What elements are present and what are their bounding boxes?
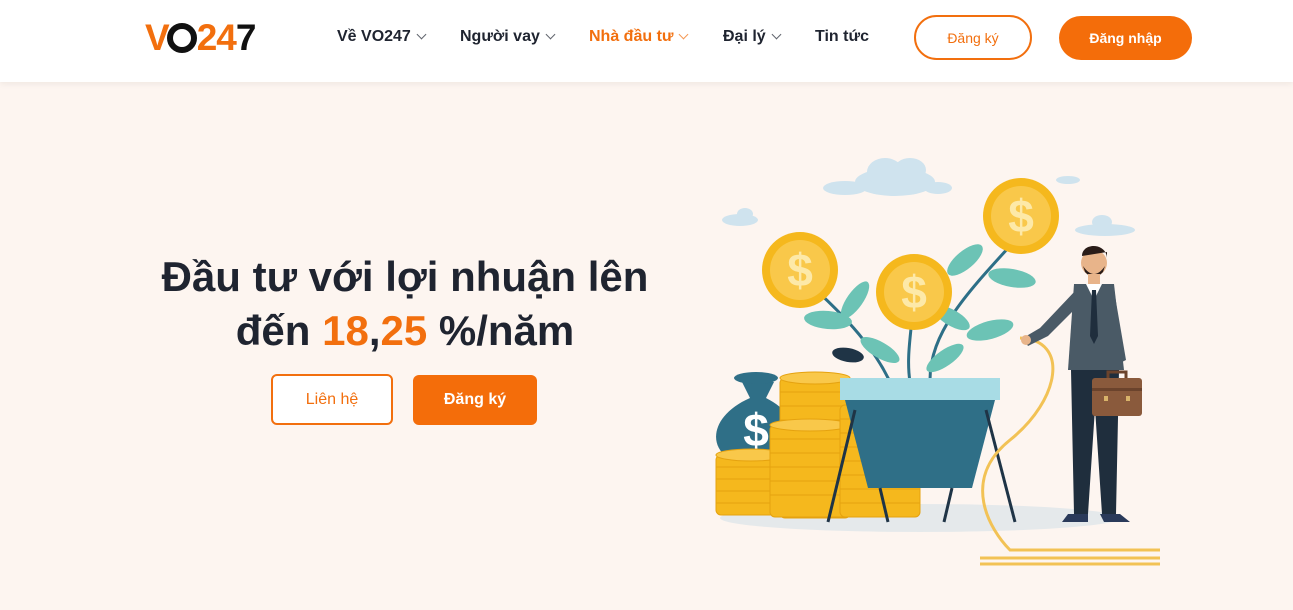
contact-button[interactable]: Liên hệ bbox=[271, 374, 393, 425]
hero-title-prefix: đến bbox=[235, 307, 323, 354]
nav-item-nguoi-vay[interactable]: Người vay bbox=[460, 28, 556, 46]
cloud-icon bbox=[1056, 176, 1135, 236]
cloud-icon bbox=[722, 208, 758, 226]
dollar-coin-icon: $ bbox=[876, 254, 952, 330]
nav-item-nha-dau-tu[interactable]: Nhà đầu tư bbox=[589, 28, 689, 46]
login-button[interactable]: Đăng nhập bbox=[1059, 16, 1192, 60]
nav-item-tin-tuc[interactable]: Tin tức bbox=[815, 28, 869, 46]
nav-item-label: Tin tức bbox=[815, 28, 869, 45]
nav-item-label: Đại lý bbox=[723, 28, 766, 45]
briefcase-icon bbox=[1092, 370, 1142, 416]
nav-item-label: Về VO247 bbox=[337, 28, 411, 45]
register-button[interactable]: Đăng ký bbox=[914, 15, 1032, 60]
nav-item-label: Người vay bbox=[460, 28, 540, 45]
hero-title-line1: Đầu tư với lợi nhuận lên bbox=[161, 253, 649, 300]
water-hose-coil bbox=[980, 556, 1160, 566]
interest-rate-sep: , bbox=[368, 307, 381, 354]
cloud-icon bbox=[823, 158, 952, 196]
svg-text:$: $ bbox=[743, 404, 769, 456]
dollar-coin-icon: $ bbox=[983, 178, 1059, 254]
chevron-down-icon bbox=[545, 29, 556, 39]
chevron-down-icon bbox=[416, 29, 427, 39]
hero-title: Đầu tư với lợi nhuận lên đến 18,25 %/năm bbox=[145, 250, 665, 358]
svg-text:$: $ bbox=[787, 244, 813, 296]
svg-text:$: $ bbox=[1008, 190, 1034, 242]
interest-rate-dec: 25 bbox=[380, 307, 428, 354]
interest-rate-int: 18 bbox=[322, 307, 369, 354]
nav-item-ve-vo247[interactable]: Về VO247 bbox=[337, 28, 427, 46]
investment-illustration: $ $ $ $ bbox=[715, 158, 1160, 566]
nav-item-dai-ly[interactable]: Đại lý bbox=[723, 28, 782, 46]
chevron-down-icon bbox=[771, 29, 782, 39]
hero-register-button[interactable]: Đăng ký bbox=[413, 375, 537, 425]
hero-title-suffix: %/năm bbox=[427, 307, 575, 354]
nav-item-label: Nhà đầu tư bbox=[589, 28, 674, 45]
chevron-down-icon bbox=[679, 29, 689, 39]
site-header: V 24 7 Về VO247 Người vay Nhà đầu tư Đại… bbox=[0, 0, 1293, 82]
dollar-coin-icon: $ bbox=[762, 232, 838, 308]
svg-text:$: $ bbox=[901, 266, 927, 318]
coin-stack bbox=[769, 418, 851, 518]
